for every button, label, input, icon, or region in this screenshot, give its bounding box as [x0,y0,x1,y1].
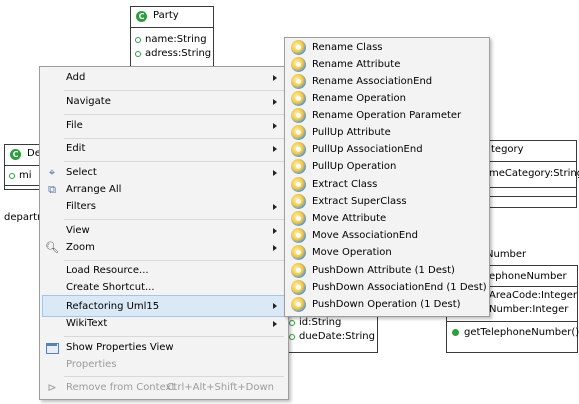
submenu-arrow-icon [273,170,277,176]
submenu-item-move-attribute[interactable]: Move Attribute [287,210,487,227]
refactor-icon [291,40,306,55]
class-contract-category[interactable]: tegory meCategory:String [486,140,579,208]
submenu-item-move-operation[interactable]: Move Operation [287,244,487,261]
submenu-arrow-icon [273,123,277,129]
submenu-item-pushdown-associationend[interactable]: PushDown AssociationEnd (1 Dest) [287,279,487,296]
submenu-arrow-icon [273,321,277,327]
operations-section: getTelephoneNumber() [447,322,579,341]
attribute-icon [135,51,141,57]
attribute[interactable]: dueDate:String [285,330,377,344]
operations-section [487,188,576,197]
attribute[interactable]: meCategory:String [487,167,579,181]
refactor-icon [291,194,306,209]
submenu-item-rename-class[interactable]: Rename Class [287,39,487,56]
menu-item-properties[interactable]: Properties [42,354,286,376]
refactor-icon [291,74,306,89]
refactor-icon [291,263,306,278]
refactor-icon [291,280,306,295]
operation-icon [452,329,459,336]
submenu-arrow-icon [273,146,277,152]
attribute-icon [289,320,295,326]
attribute-icon [289,334,295,340]
select-icon: ⌖ [48,166,56,179]
class-header: tegory [487,141,576,162]
submenu-item-pullup-operation[interactable]: PullUp Operation [287,158,487,175]
class-header: C Party [131,7,213,28]
class-icon: C [136,11,147,22]
submenu-arrow-icon [273,228,277,234]
class-name: ephoneNumber [489,271,567,282]
class-name: Party [153,10,179,21]
attribute[interactable]: id:String [285,316,377,330]
remove-context-icon: ⊳ [47,381,57,394]
submenu-arrow-icon [273,204,277,210]
class-icon: C [10,149,21,160]
class-name-outside: Number [486,249,527,260]
properties-view-icon [45,341,59,355]
menu-item-remove-from-context[interactable]: ⊳ Remove from Context Ctrl+Alt+Shift+Dow… [42,377,286,399]
zoom-icon: 🔍︎ [45,241,59,254]
refactor-icon [291,91,306,106]
attribute-icon [135,37,141,43]
menu-item-navigate[interactable]: Navigate [42,91,286,113]
menu-item-wikitext[interactable]: WikiText [42,313,286,335]
menu-item-filters[interactable]: Filters [42,196,286,218]
operation[interactable]: getTelephoneNumber() [447,325,579,341]
submenu-item-extract-superclass[interactable]: Extract SuperClass [287,193,487,210]
shortcut-text: Ctrl+Alt+Shift+Down [166,382,274,393]
submenu-item-rename-associationend[interactable]: Rename AssociationEnd [287,73,487,90]
refactor-icon [291,245,306,260]
refactor-icon [291,177,306,192]
submenu-item-move-associationend[interactable]: Move AssociationEnd [287,227,487,244]
menu-item-edit[interactable]: Edit [42,138,286,160]
class-hidden[interactable]: id:String dueDate:String [284,312,378,353]
submenu-item-extract-class[interactable]: Extract Class [287,176,487,193]
class-party[interactable]: C Party name:String adress:String [130,6,214,68]
attributes-section: name:String adress:String [131,28,213,61]
submenu-item-rename-attribute[interactable]: Rename Attribute [287,56,487,73]
attribute-icon [9,173,15,179]
submenu-arrow-icon [273,245,277,251]
refactor-icon [291,125,306,140]
menu-item-file[interactable]: File [42,115,286,137]
submenu-arrow-icon [273,75,277,81]
refactoring-submenu: Rename Class Rename Attribute Rename Ass… [284,37,490,317]
submenu-item-rename-operation[interactable]: Rename Operation [287,90,487,107]
refactor-icon [291,297,306,312]
class-name: tegory [491,144,524,155]
attribute[interactable]: name:String [131,33,213,47]
submenu-item-pushdown-operation[interactable]: PushDown Operation (1 Dest) [287,296,487,313]
refactor-icon [291,142,306,157]
submenu-arrow-icon [273,99,277,105]
menu-item-zoom[interactable]: 🔍︎ Zoom [42,237,286,259]
refactor-icon [291,108,306,123]
submenu-item-pushdown-attribute[interactable]: PushDown Attribute (1 Dest) [287,262,487,279]
submenu-item-pullup-attribute[interactable]: PullUp Attribute [287,124,487,141]
refactor-icon [291,159,306,174]
submenu-arrow-icon [273,303,277,309]
context-menu: Add Navigate File Edit ⌖ Select ⧉ Arrang… [39,66,289,400]
menu-item-add[interactable]: Add [42,67,286,89]
attributes-section: meCategory:String [487,162,579,188]
refactor-icon [291,57,306,72]
submenu-item-rename-operation-parameter[interactable]: Rename Operation Parameter [287,107,487,124]
refactor-icon [291,211,306,226]
submenu-item-pullup-associationend[interactable]: PullUp AssociationEnd [287,141,487,158]
refactor-icon [291,228,306,243]
arrange-icon: ⧉ [48,183,56,196]
attribute[interactable]: adress:String [131,47,213,61]
